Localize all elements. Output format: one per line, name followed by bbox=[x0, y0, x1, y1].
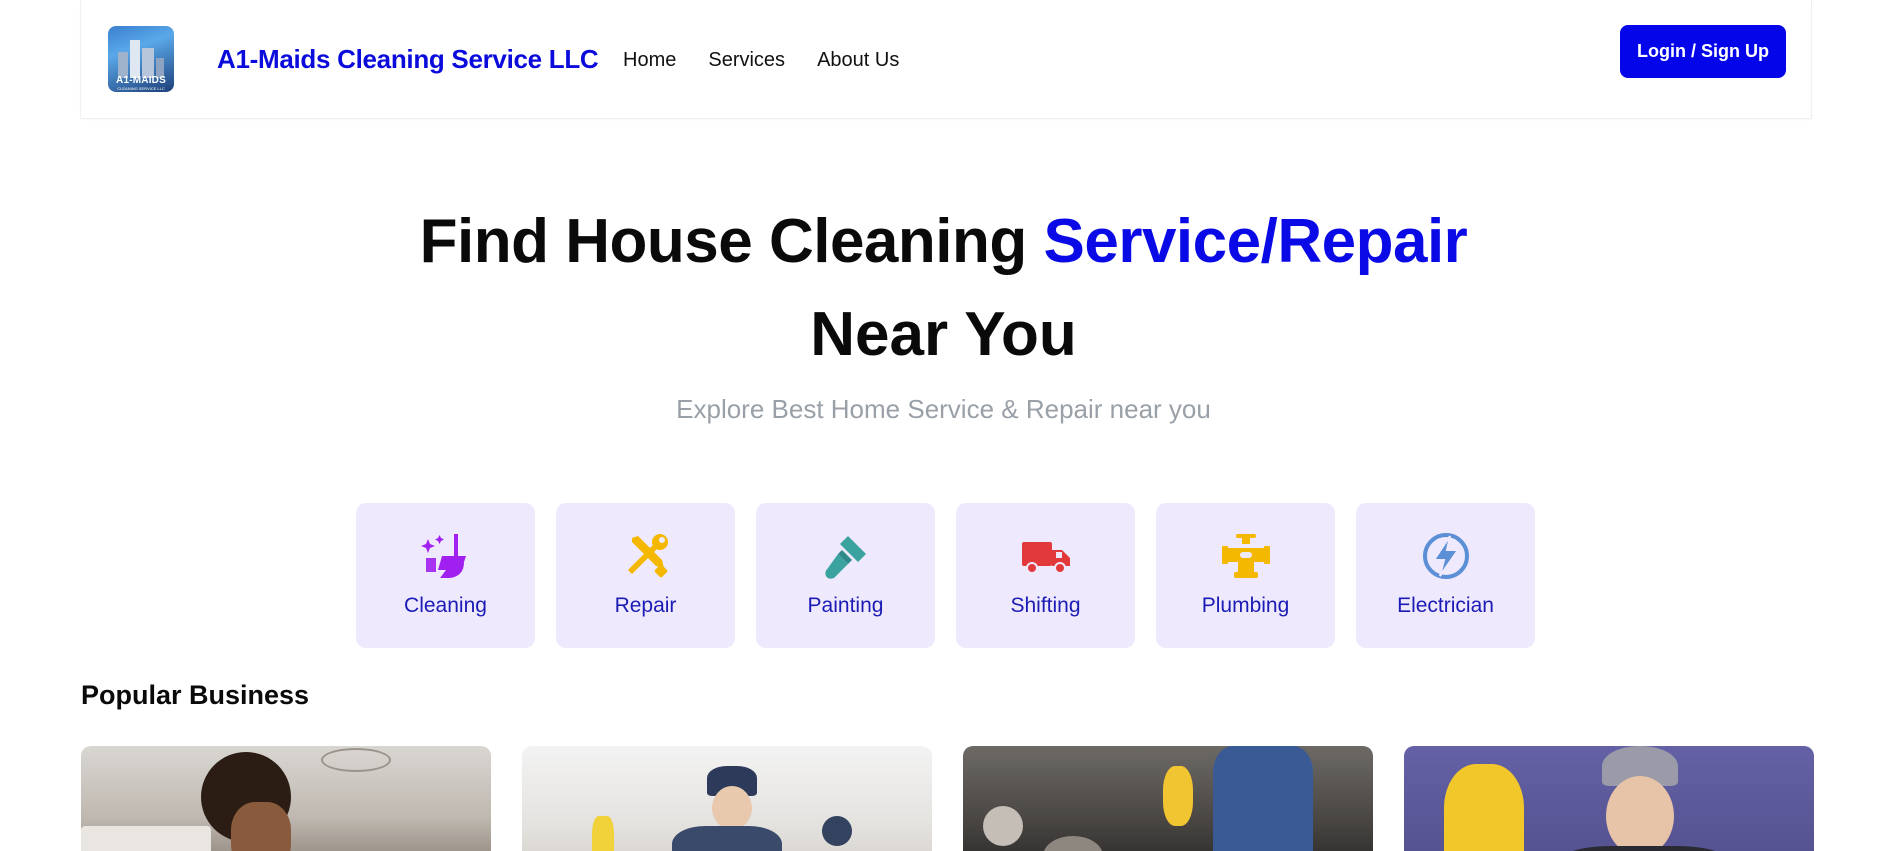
nav-link-services[interactable]: Services bbox=[708, 49, 785, 72]
hero-title-line2: Near You bbox=[810, 300, 1077, 369]
business-card-image[interactable] bbox=[522, 746, 932, 851]
login-signup-button[interactable]: Login / Sign Up bbox=[1620, 25, 1786, 78]
category-label: Plumbing bbox=[1201, 594, 1290, 617]
category-label: Cleaning bbox=[404, 594, 487, 617]
logo-text: A1-MAIDS bbox=[116, 75, 166, 86]
category-label: Shifting bbox=[1010, 594, 1081, 617]
category-electrician[interactable]: Electrician bbox=[1356, 503, 1535, 648]
hero-title: Find House Cleaning Service/Repair bbox=[0, 206, 1887, 277]
logo-image[interactable]: A1-MAIDS CLEANING SERVICE LLC bbox=[108, 26, 174, 92]
navbar: A1-MAIDS CLEANING SERVICE LLC A1-Maids C… bbox=[80, 0, 1812, 119]
cleaning-icon bbox=[420, 534, 466, 578]
popular-business-title: Popular Business bbox=[81, 680, 310, 710]
lightning-icon bbox=[1422, 533, 1469, 579]
category-painting[interactable]: Painting bbox=[756, 503, 935, 648]
brand-name[interactable]: A1-Maids Cleaning Service LLC bbox=[217, 44, 599, 75]
business-card-image[interactable] bbox=[81, 746, 491, 851]
business-card-list bbox=[81, 746, 1814, 851]
tools-icon bbox=[627, 534, 668, 578]
hero-title-accent: Service/Repair bbox=[1043, 207, 1468, 276]
business-card-image[interactable] bbox=[1404, 746, 1814, 851]
category-label: Repair bbox=[614, 594, 677, 617]
hero-subtitle: Explore Best Home Service & Repair near … bbox=[676, 394, 1211, 424]
nav-link-about-us[interactable]: About Us bbox=[817, 49, 899, 72]
hero-title-part1: Find House Cleaning bbox=[419, 207, 1044, 276]
nav-link-home[interactable]: Home bbox=[623, 49, 676, 72]
category-plumbing[interactable]: Plumbing bbox=[1156, 503, 1335, 648]
logo-subtext: CLEANING SERVICE LLC bbox=[117, 86, 165, 91]
category-shifting[interactable]: Shifting bbox=[956, 503, 1135, 648]
business-card-image[interactable] bbox=[963, 746, 1373, 851]
paintbrush-icon bbox=[824, 536, 866, 579]
category-repair[interactable]: Repair bbox=[556, 503, 735, 648]
category-label: Electrician bbox=[1397, 594, 1494, 617]
pipe-icon bbox=[1221, 534, 1270, 578]
category-cleaning[interactable]: Cleaning bbox=[356, 503, 535, 648]
truck-icon bbox=[1021, 542, 1070, 574]
category-list: Cleaning Repair Painting Shifting Plumbi… bbox=[356, 503, 1535, 648]
nav-links: Home Services About Us bbox=[623, 49, 899, 72]
category-label: Painting bbox=[807, 594, 884, 617]
